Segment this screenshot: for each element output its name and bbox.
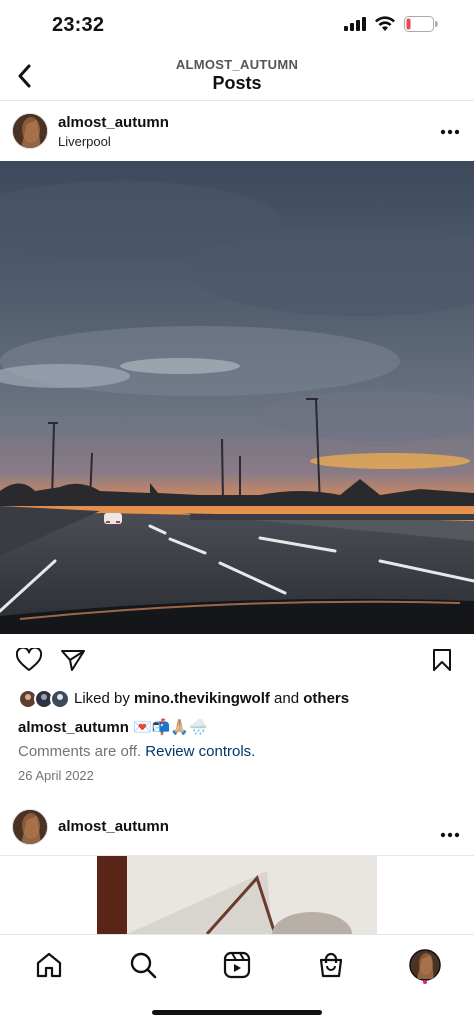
avatar[interactable] (12, 113, 48, 149)
home-icon (36, 952, 62, 978)
tab-home[interactable] (29, 945, 69, 985)
post-username[interactable]: almost_autumn (58, 114, 169, 131)
like-button[interactable] (15, 646, 43, 677)
home-indicator (152, 1010, 322, 1015)
liked-prefix: Liked by (74, 690, 135, 707)
tab-search[interactable] (123, 945, 163, 985)
tab-profile[interactable] (405, 945, 445, 985)
header-divider (0, 100, 474, 101)
page-title: Posts (212, 73, 262, 93)
more-options-button[interactable] (440, 118, 460, 141)
liked-by-avatars[interactable] (18, 689, 70, 709)
tab-reels[interactable] (217, 945, 257, 985)
reels-icon (223, 951, 251, 979)
post-date: 26 April 2022 (18, 768, 94, 783)
profile-avatar (409, 949, 441, 981)
caption: almost_autumn 💌📬🙏🏼🌧️ (18, 718, 208, 736)
liked-others-link[interactable]: others (303, 690, 349, 707)
notification-dot (423, 980, 427, 984)
cellular-signal-icon (344, 17, 366, 31)
next-post-username[interactable]: almost_autumn (58, 818, 169, 835)
shop-icon (319, 952, 343, 978)
review-controls-link[interactable]: Review controls. (145, 743, 255, 760)
post-location[interactable]: Liverpool (58, 134, 111, 149)
caption-username[interactable]: almost_autumn (18, 719, 129, 736)
next-post-avatar[interactable] (12, 809, 48, 845)
more-horizontal-icon (440, 832, 460, 838)
caption-text: 💌📬🙏🏼🌧️ (133, 719, 208, 736)
post-image[interactable] (0, 161, 474, 634)
share-button[interactable] (60, 648, 86, 677)
more-horizontal-icon (440, 129, 460, 135)
liked-and: and (269, 690, 304, 707)
header-subtitle: ALMOST_AUTUMN (175, 57, 299, 72)
liked-user-link[interactable]: mino.thevikingwolf (134, 690, 270, 707)
battery-icon (404, 16, 438, 32)
status-icons (344, 16, 438, 32)
next-post-image[interactable] (97, 856, 377, 934)
comments-status: Comments are off. Review controls. (18, 743, 255, 760)
save-button[interactable] (432, 648, 452, 677)
comments-off-text: Comments are off. (18, 743, 146, 760)
paper-plane-icon (61, 650, 85, 671)
status-time: 23:32 (52, 14, 105, 36)
wifi-icon (375, 16, 395, 31)
liked-by-text[interactable]: Liked by mino.thevikingwolf and others (74, 690, 349, 707)
next-post-more-button[interactable] (440, 821, 460, 844)
search-icon (130, 952, 157, 979)
tab-shop[interactable] (311, 945, 351, 985)
bookmark-icon (433, 649, 451, 671)
heart-icon (15, 646, 43, 671)
